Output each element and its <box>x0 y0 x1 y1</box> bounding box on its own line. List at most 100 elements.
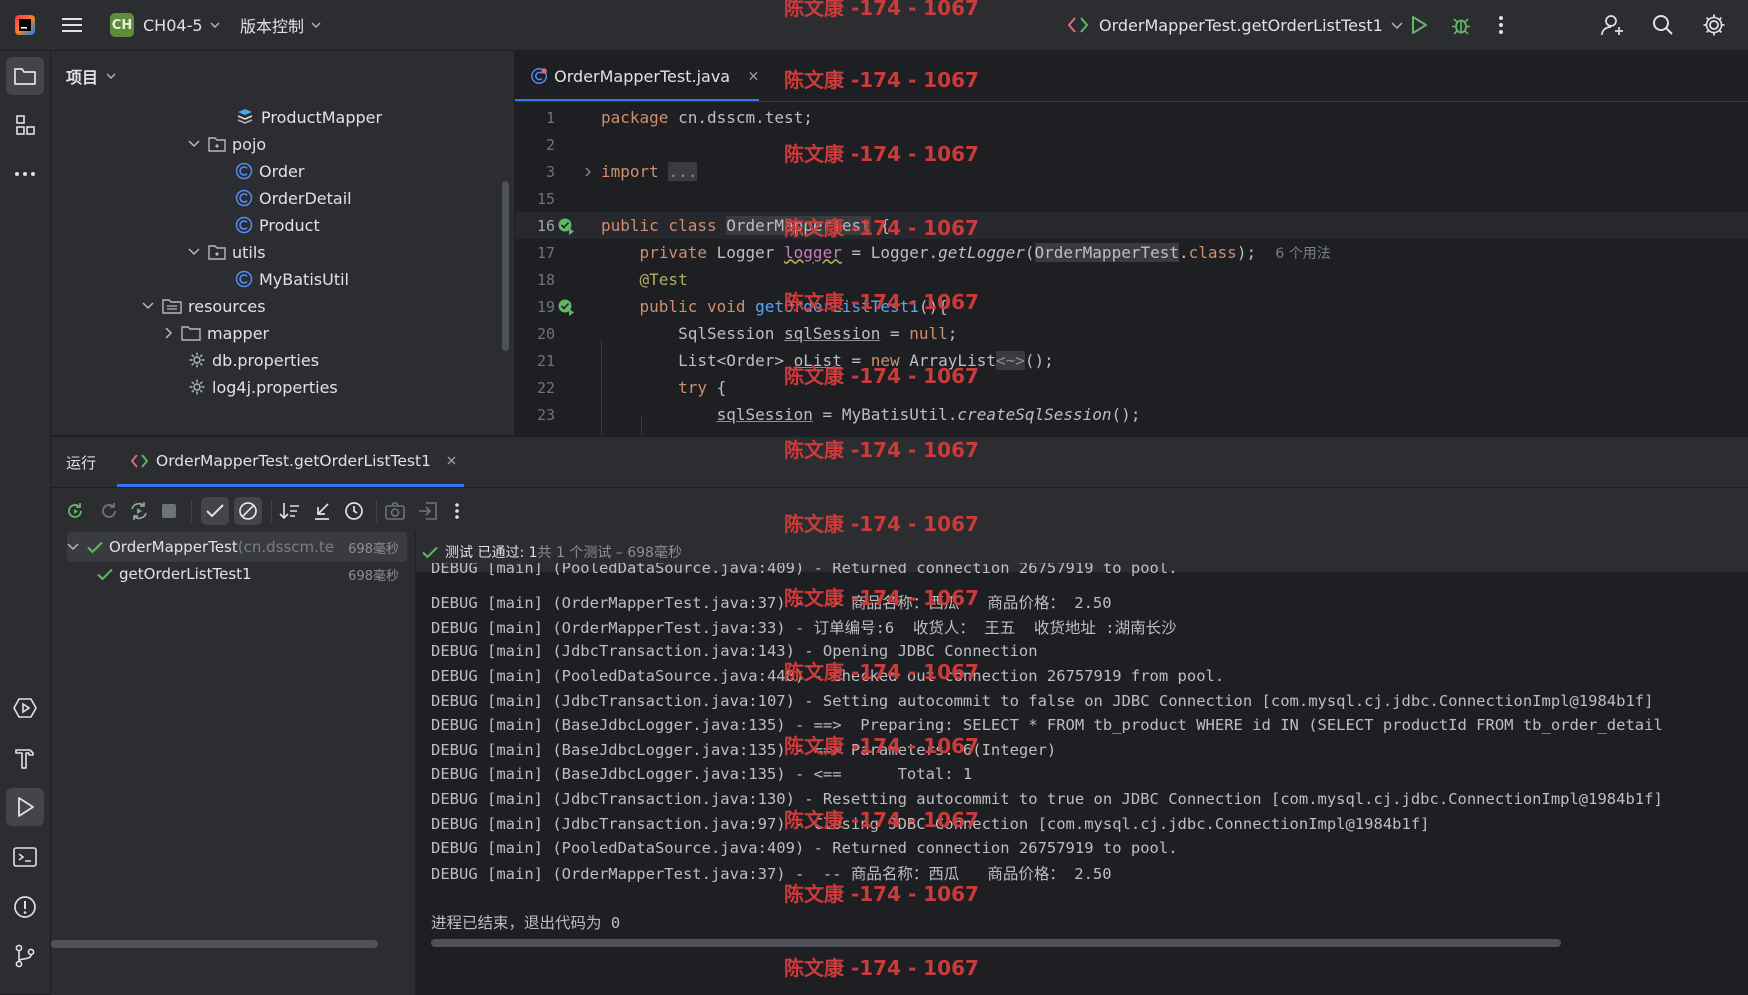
chevron-down-icon[interactable] <box>106 73 116 79</box>
line-number: 20 <box>536 324 555 343</box>
code-token: = <box>880 324 910 343</box>
tree-item-order[interactable]: Order <box>235 156 304 186</box>
run-test-gutter-icon[interactable] <box>557 217 575 235</box>
rerun-failed-button[interactable] <box>95 497 123 525</box>
tree-item-orderdetail[interactable]: OrderDetail <box>235 183 352 213</box>
search-icon[interactable] <box>1652 0 1674 50</box>
import-tests-button[interactable] <box>414 497 442 525</box>
close-icon[interactable] <box>446 455 457 466</box>
check-icon <box>97 568 113 580</box>
chevron-down-icon <box>210 22 220 28</box>
chevron-right-icon <box>165 327 173 339</box>
console-line: DEBUG [main] (JdbcTransaction.java:97) -… <box>431 814 1430 833</box>
chevron-down-icon <box>188 140 200 148</box>
run-button[interactable] <box>1410 0 1428 50</box>
package-icon <box>208 137 226 152</box>
toggle-auto-test-button[interactable] <box>125 497 153 525</box>
tree-item-pojo[interactable]: pojo <box>188 129 266 159</box>
code-token: getLogger <box>938 242 1025 262</box>
check-icon <box>87 541 103 553</box>
main-menu-icon[interactable] <box>62 0 84 50</box>
folded-imports[interactable]: ... <box>668 162 698 181</box>
code-line[interactable]: 21 List<Order> oList = new ArrayList<~>(… <box>515 347 1748 374</box>
code-line[interactable]: 22 try { <box>515 374 1748 401</box>
problems-tool-button[interactable] <box>6 888 44 926</box>
console-line: DEBUG [main] (PooledDataSource.java:448)… <box>431 666 1225 685</box>
tree-item-product[interactable]: Product <box>235 210 320 240</box>
code-line-current[interactable]: 16 public class OrderMapperTest { <box>515 212 1748 239</box>
code-token: createSqlSession <box>957 405 1112 424</box>
usages-hint[interactable]: 6 个用法 <box>1275 246 1330 262</box>
fold-chevron-icon[interactable] <box>585 167 593 177</box>
run-test-gutter-icon[interactable] <box>557 298 575 316</box>
screenshot-button[interactable] <box>381 497 409 525</box>
code-token: ArrayList <box>909 351 996 370</box>
services-tool-button[interactable] <box>6 689 44 727</box>
console-line: DEBUG [main] (BaseJdbcLogger.java:135) -… <box>431 764 973 783</box>
code-editor[interactable]: 1 package cn.dsscm.test; 2 3 import ... … <box>515 102 1748 435</box>
more-actions-icon[interactable] <box>1498 0 1504 50</box>
more-actions-icon[interactable] <box>443 497 471 525</box>
settings-gear-icon[interactable] <box>1702 0 1726 50</box>
project-switcher[interactable]: CH CH04-5 <box>110 0 220 50</box>
collapse-button[interactable] <box>308 497 336 525</box>
project-scrollbar[interactable] <box>502 181 509 351</box>
debug-button[interactable] <box>1451 0 1471 50</box>
code-token: OrderMapperTest <box>1034 242 1179 262</box>
more-tools-button[interactable] <box>6 155 44 193</box>
show-ignored-toggle[interactable] <box>234 497 262 525</box>
test-tree-scrollbar[interactable] <box>51 940 378 948</box>
stop-button[interactable] <box>155 497 183 525</box>
show-passed-toggle[interactable] <box>201 497 229 525</box>
vcs-menu[interactable]: 版本控制 <box>240 0 321 50</box>
code-line[interactable]: 1 package cn.dsscm.test; <box>515 104 1748 131</box>
code-token: try <box>678 378 707 397</box>
close-icon[interactable] <box>748 70 759 82</box>
run-config-selector[interactable]: OrderMapperTest.getOrderListTest1 <box>1067 0 1403 50</box>
code-token: (); <box>1024 351 1054 370</box>
tree-item-db-properties[interactable]: db.properties <box>188 345 319 375</box>
tree-item-log4j-properties[interactable]: log4j.properties <box>188 372 338 402</box>
properties-icon <box>189 379 205 395</box>
code-line[interactable]: 2 <box>515 131 1748 158</box>
tree-item-productmapper[interactable]: ProductMapper <box>235 102 382 132</box>
project-tool-button[interactable] <box>6 57 44 95</box>
console-line: DEBUG [main] (JdbcTransaction.java:130) … <box>431 789 1663 808</box>
code-line[interactable]: 20 SqlSession sqlSession = null; <box>515 320 1748 347</box>
code-line[interactable]: 19 public void getOrderListTest1(){ <box>515 293 1748 320</box>
tree-item-mybatisutil[interactable]: MyBatisUtil <box>235 264 349 294</box>
code-token: oList <box>793 351 842 370</box>
console-output[interactable]: 测试 已通过: 1 共 1 个测试 – 698毫秒 DEBUG [main] (… <box>416 532 1748 995</box>
services-icon <box>13 698 37 718</box>
run-tab[interactable]: OrderMapperTest.getOrderListTest1 <box>131 437 457 484</box>
test-suite-row[interactable]: OrderMapperTest (cn.dsscm.te 698毫秒 <box>67 532 407 562</box>
ide-logo-icon[interactable] <box>14 0 36 50</box>
project-panel-title[interactable]: 项目 <box>66 64 98 88</box>
code-line[interactable]: 18 @Test <box>515 266 1748 293</box>
code-token: package <box>601 108 669 127</box>
code-token: private <box>639 242 717 262</box>
terminal-tool-button[interactable] <box>6 838 44 876</box>
console-horizontal-scrollbar[interactable] <box>431 939 1561 947</box>
git-tool-button[interactable] <box>6 937 44 975</box>
history-button[interactable] <box>340 497 368 525</box>
sort-button[interactable] <box>276 497 304 525</box>
code-line[interactable]: 17 private Logger logger = Logger.getLog… <box>515 239 1748 266</box>
build-tool-button[interactable] <box>6 739 44 777</box>
code-line[interactable]: 23 sqlSession = MyBatisUtil.createSqlSes… <box>515 401 1748 428</box>
add-user-icon[interactable] <box>1601 0 1625 50</box>
folder-icon <box>181 326 201 341</box>
run-tool-button[interactable] <box>6 788 44 826</box>
test-case-row[interactable]: getOrderListTest1 698毫秒 <box>67 559 407 589</box>
tree-item-utils[interactable]: utils <box>188 237 266 267</box>
tree-item-resources[interactable]: resources <box>142 291 266 321</box>
tests-passed-label: 测试 已通过: 1 <box>445 545 538 561</box>
chevron-down-icon <box>311 22 321 28</box>
rerun-button[interactable] <box>61 497 89 525</box>
tree-item-label: log4j.properties <box>212 377 338 397</box>
code-line[interactable]: 3 import ... <box>515 158 1748 185</box>
editor-tab-ordermappertest[interactable]: OrderMapperTest.java <box>515 51 759 101</box>
structure-tool-button[interactable] <box>6 106 44 144</box>
tree-item-mapper-folder[interactable]: mapper <box>165 318 269 348</box>
code-line[interactable]: 15 <box>515 185 1748 212</box>
